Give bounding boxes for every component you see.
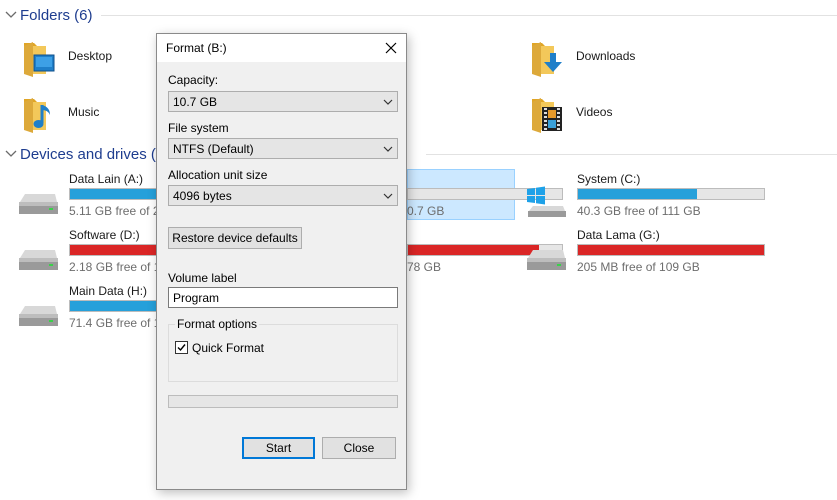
drive-free-space: 5.11 GB free of 2 bbox=[69, 204, 160, 218]
downloads-folder-icon bbox=[530, 37, 564, 77]
hard-drive-icon bbox=[527, 250, 566, 270]
drive-usage-bar bbox=[577, 244, 765, 256]
start-button[interactable]: Start bbox=[242, 437, 315, 459]
windows-drive-icon bbox=[527, 186, 566, 217]
folder-label: Videos bbox=[576, 105, 613, 119]
folder-videos[interactable]: Videos bbox=[530, 90, 612, 134]
capacity-dropdown[interactable]: 10.7 GB bbox=[168, 91, 398, 112]
chevron-down-icon bbox=[383, 146, 393, 152]
close-button[interactable]: Close bbox=[322, 437, 396, 459]
drive-free-space: 78 GB bbox=[407, 260, 442, 274]
folders-section-header[interactable]: Folders (6) bbox=[0, 5, 837, 25]
drive-name: Main Data (H:) bbox=[69, 284, 148, 298]
restore-defaults-button[interactable]: Restore device defaults bbox=[168, 227, 302, 249]
drive-name: System (C:) bbox=[577, 172, 641, 186]
dialog-titlebar[interactable]: Format (B:) bbox=[157, 34, 406, 62]
hard-drive-icon bbox=[19, 194, 58, 214]
drive-name: Data Lain (A:) bbox=[69, 172, 144, 186]
filesystem-dropdown[interactable]: NTFS (Default) bbox=[168, 138, 398, 159]
allocation-unit-dropdown[interactable]: 4096 bytes bbox=[168, 185, 398, 206]
drive-free-space: 0.7 GB bbox=[407, 204, 445, 218]
hard-drive-icon bbox=[19, 306, 58, 326]
desktop-folder-icon bbox=[22, 37, 56, 77]
usage-fill bbox=[408, 245, 539, 255]
chevron-down-icon[interactable] bbox=[4, 147, 18, 161]
usage-fill bbox=[578, 245, 764, 255]
capacity-value: 10.7 GB bbox=[173, 95, 218, 109]
volume-label-input[interactable] bbox=[169, 288, 393, 307]
drive-name: Data Lama (G:) bbox=[577, 228, 660, 242]
format-progress-bar bbox=[168, 395, 398, 408]
folder-label: Desktop bbox=[68, 49, 113, 63]
volume-label-field-wrapper bbox=[168, 287, 398, 308]
quick-format-label[interactable]: Quick Format bbox=[192, 341, 264, 355]
videos-folder-icon bbox=[530, 93, 564, 133]
filesystem-label: File system bbox=[168, 121, 229, 135]
folder-desktop[interactable]: Desktop bbox=[22, 34, 112, 78]
dialog-title: Format (B:) bbox=[166, 41, 227, 55]
close-icon[interactable] bbox=[376, 34, 406, 62]
folders-section-title: Folders (6) bbox=[20, 6, 93, 24]
chevron-down-icon bbox=[383, 99, 393, 105]
music-folder-icon bbox=[22, 93, 56, 133]
allocation-unit-label: Allocation unit size bbox=[168, 168, 268, 182]
drive-c[interactable]: System (C:) 40.3 GB free of 111 GB bbox=[525, 172, 785, 222]
drive-free-space: 2.18 GB free of 1 bbox=[69, 260, 161, 274]
drive-free-space: 71.4 GB free of 1 bbox=[69, 316, 161, 330]
quick-format-checkbox[interactable] bbox=[175, 341, 188, 354]
drive-g[interactable]: Data Lama (G:) 205 MB free of 109 GB bbox=[525, 228, 785, 278]
drive-name: Software (D:) bbox=[69, 228, 140, 242]
usage-fill bbox=[578, 189, 698, 199]
capacity-label: Capacity: bbox=[168, 73, 219, 87]
drive-free-space: 205 MB free of 109 GB bbox=[577, 260, 700, 274]
section-divider bbox=[100, 14, 837, 16]
folder-label: Music bbox=[68, 105, 100, 119]
folder-label: Downloads bbox=[576, 49, 636, 63]
drive-usage-bar bbox=[577, 188, 765, 200]
folder-downloads[interactable]: Downloads bbox=[530, 34, 635, 78]
chevron-down-icon bbox=[383, 193, 393, 199]
checkmark-icon bbox=[177, 344, 186, 352]
volume-label-label: Volume label bbox=[168, 271, 237, 285]
format-options-group: Format options Quick Format bbox=[168, 317, 398, 382]
format-options-title: Format options bbox=[175, 317, 260, 331]
drives-section-header[interactable]: Devices and drives ( bbox=[0, 144, 837, 164]
format-dialog: Format (B:) Capacity: 10.7 GB File syste… bbox=[156, 33, 407, 490]
allocation-unit-value: 4096 bytes bbox=[173, 189, 232, 203]
drives-section-title: Devices and drives ( bbox=[20, 145, 156, 163]
chevron-down-icon[interactable] bbox=[4, 8, 18, 22]
folder-music[interactable]: Music bbox=[22, 90, 99, 134]
hard-drive-icon bbox=[19, 250, 58, 270]
filesystem-value: NTFS (Default) bbox=[173, 142, 254, 156]
drive-free-space: 40.3 GB free of 111 GB bbox=[577, 204, 701, 218]
section-divider bbox=[425, 153, 837, 155]
